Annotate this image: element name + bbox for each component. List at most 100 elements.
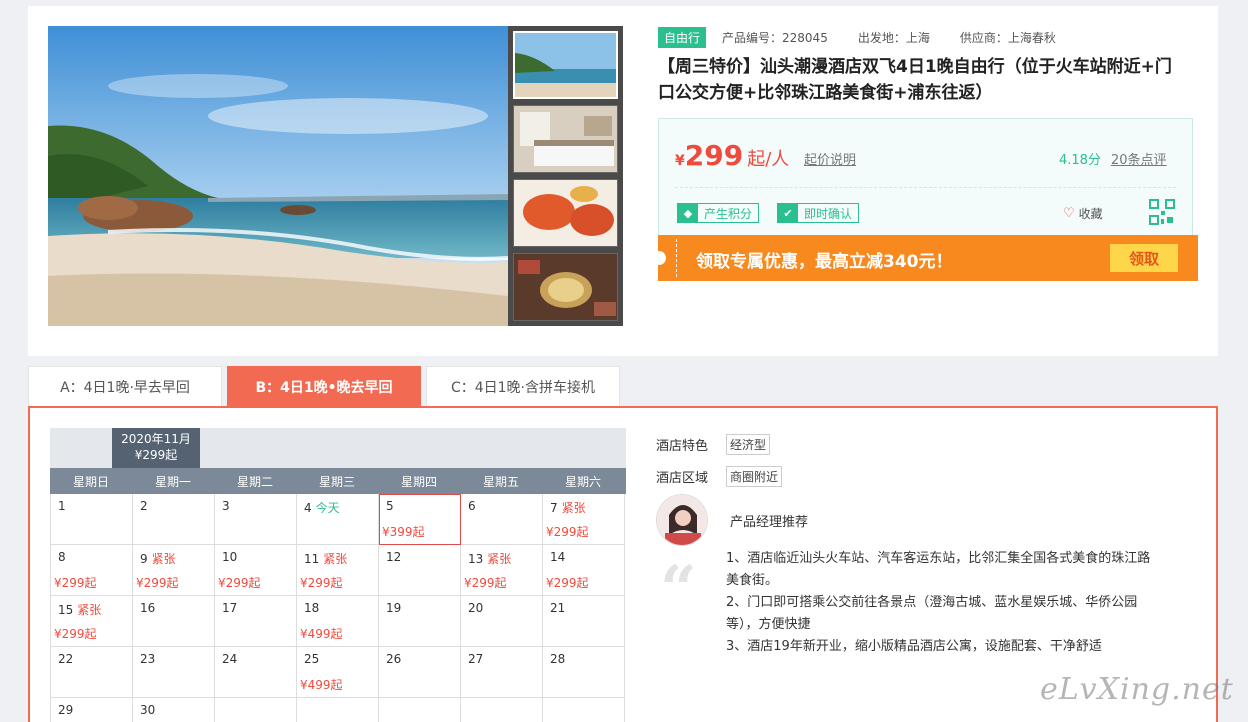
day-price: ¥299起 xyxy=(54,627,97,641)
calendar-day-23[interactable]: 23 xyxy=(133,647,215,698)
calendar-day-24[interactable]: 24 xyxy=(215,647,297,698)
calendar-day-2[interactable]: 2 xyxy=(133,494,215,545)
watermark: eLvXing.net xyxy=(1040,672,1234,707)
badge-label: 产生积分 xyxy=(704,206,753,221)
weekday-label: 星期二 xyxy=(236,474,273,489)
price-calendar: 2020年11月 ¥299起 星期日 星期一 星期二 星期三 星期四 星期五 星期六 123… xyxy=(50,428,626,722)
limited-stock-label: 紧张 xyxy=(77,603,102,617)
quote-icon: “ xyxy=(660,552,697,627)
hotel-area-chip: 商圈附近 xyxy=(726,465,783,487)
day-price: ¥299起 xyxy=(546,576,589,590)
reviews-link[interactable]: 20条点评 xyxy=(1111,149,1167,168)
day-price: ¥499起 xyxy=(300,678,343,692)
calendar-day-1[interactable]: 1 xyxy=(51,494,133,545)
calendar-day-6[interactable]: 6 xyxy=(461,494,543,545)
day-number: 29 xyxy=(58,703,73,717)
day-label: 6 xyxy=(468,499,476,513)
day-number: 11 紧张 xyxy=(304,550,347,567)
calendar-day-22[interactable]: 22 xyxy=(51,647,133,698)
day-number: 22 xyxy=(58,652,73,666)
day-label: 19 xyxy=(386,601,402,615)
calendar-day-5[interactable]: 5 ¥399起 xyxy=(379,494,461,545)
calendar-day-3[interactable]: 3 xyxy=(215,494,297,545)
calendar-day-10[interactable]: 10 ¥299起 xyxy=(215,545,297,596)
day-number: 24 xyxy=(222,652,237,666)
day-label: 17 xyxy=(222,601,238,615)
diamond-icon: ◆ xyxy=(678,204,698,222)
calendar-day-19[interactable]: 19 xyxy=(379,596,461,647)
day-number: 6 xyxy=(468,499,476,513)
calendar-empty-cell xyxy=(379,698,461,722)
day-label: 1 xyxy=(58,499,66,513)
calendar-day-9[interactable]: 9 紧张 ¥299起 xyxy=(133,545,215,596)
thumbnail-beach[interactable] xyxy=(513,31,618,99)
calendar-day-29[interactable]: 29 xyxy=(51,698,133,722)
weekday-label: 星期四 xyxy=(400,474,437,489)
hotel-area-label: 酒店区域 xyxy=(656,470,709,486)
day-price: ¥299起 xyxy=(300,576,343,590)
calendar-day-14[interactable]: 14 ¥299起 xyxy=(543,545,625,596)
day-price: ¥299起 xyxy=(464,576,507,590)
day-label: 15 xyxy=(58,603,74,617)
calendar-day-8[interactable]: 8 ¥299起 xyxy=(51,545,133,596)
promo-text: 领取专属优惠，最高立减340元！ xyxy=(696,252,953,272)
calendar-day-28[interactable]: 28 xyxy=(543,647,625,698)
month-tab[interactable]: 2020年11月 ¥299起 xyxy=(112,428,200,468)
day-number: 10 xyxy=(222,550,237,564)
calendar-day-27[interactable]: 27 xyxy=(461,647,543,698)
avatar xyxy=(656,494,708,546)
calendar-grid: 1 2 3 4 今天 5 ¥399起 6 7 紧张 ¥299起 8 ¥299起 9 紧张 ¥299起 10 ¥29… xyxy=(50,494,626,722)
hotel-feature-row: 酒店特色 经济型 xyxy=(656,428,1186,460)
price-note-link[interactable]: 起价说明 xyxy=(804,149,856,168)
month-price: ¥299起 xyxy=(134,448,178,462)
calendar-empty-cell xyxy=(215,698,297,722)
product-info: 自由行 产品编号：228045 出发地：上海 供应商：上海春秋 【周三特价】汕头… xyxy=(658,26,1198,106)
thumbnail-hotpot[interactable] xyxy=(513,253,618,321)
calendar-day-18[interactable]: 18 ¥499起 xyxy=(297,596,379,647)
calendar-day-30[interactable]: 30 xyxy=(133,698,215,722)
product-card: 自由行 产品编号：228045 出发地：上海 供应商：上海春秋 【周三特价】汕头… xyxy=(28,6,1218,356)
tab-package-a[interactable]: A：4日1晚·早去早回 xyxy=(28,366,222,407)
meta-row: 自由行 产品编号：228045 出发地：上海 供应商：上海春秋 xyxy=(658,26,1198,48)
day-number: 7 紧张 xyxy=(550,499,586,516)
calendar-day-17[interactable]: 17 xyxy=(215,596,297,647)
claim-button[interactable]: 领取 xyxy=(1110,244,1178,272)
heart-icon: ♡ xyxy=(1063,206,1075,221)
calendar-day-15[interactable]: 15 紧张 ¥299起 xyxy=(51,596,133,647)
calendar-day-25[interactable]: 25 ¥499起 xyxy=(297,647,379,698)
supplier: 供应商：上海春秋 xyxy=(959,30,1056,45)
day-label: 5 xyxy=(386,499,394,513)
day-number: 15 紧张 xyxy=(58,601,101,618)
limited-stock-label: 紧张 xyxy=(561,501,586,515)
price-unit: 起/人 xyxy=(747,149,790,170)
calendar-day-26[interactable]: 26 xyxy=(379,647,461,698)
divider xyxy=(675,187,1176,188)
day-label: 23 xyxy=(140,652,156,666)
hotel-feature-label: 酒店特色 xyxy=(656,438,709,454)
tab-package-b[interactable]: B：4日1晚•晚去早回 xyxy=(227,366,421,407)
calendar-header: 2020年11月 ¥299起 xyxy=(50,428,626,468)
calendar-day-7[interactable]: 7 紧张 ¥299起 xyxy=(543,494,625,545)
day-label: 28 xyxy=(550,652,566,666)
tab-package-c[interactable]: C：4日1晚·含拼车接机 xyxy=(426,366,620,407)
calendar-day-12[interactable]: 12 xyxy=(379,545,461,596)
main-photo[interactable] xyxy=(48,26,508,326)
thumbnail-room[interactable] xyxy=(513,105,618,173)
day-number: 12 xyxy=(386,550,401,564)
weekday-label: 星期一 xyxy=(154,474,191,489)
day-label: 20 xyxy=(468,601,484,615)
calendar-day-20[interactable]: 20 xyxy=(461,596,543,647)
calendar-day-21[interactable]: 21 xyxy=(543,596,625,647)
day-number: 17 xyxy=(222,601,237,615)
day-label: 10 xyxy=(222,550,238,564)
day-number: 20 xyxy=(468,601,483,615)
calendar-day-13[interactable]: 13 紧张 ¥299起 xyxy=(461,545,543,596)
calendar-day-16[interactable]: 16 xyxy=(133,596,215,647)
day-price: ¥299起 xyxy=(136,576,179,590)
thumbnail-crab[interactable] xyxy=(513,179,618,247)
calendar-day-11[interactable]: 11 紧张 ¥299起 xyxy=(297,545,379,596)
calendar-day-4[interactable]: 4 今天 xyxy=(297,494,379,545)
day-label: 16 xyxy=(140,601,156,615)
favorite-button[interactable]: ♡ 收藏 xyxy=(1063,205,1103,222)
qr-code-icon[interactable] xyxy=(1149,199,1175,225)
